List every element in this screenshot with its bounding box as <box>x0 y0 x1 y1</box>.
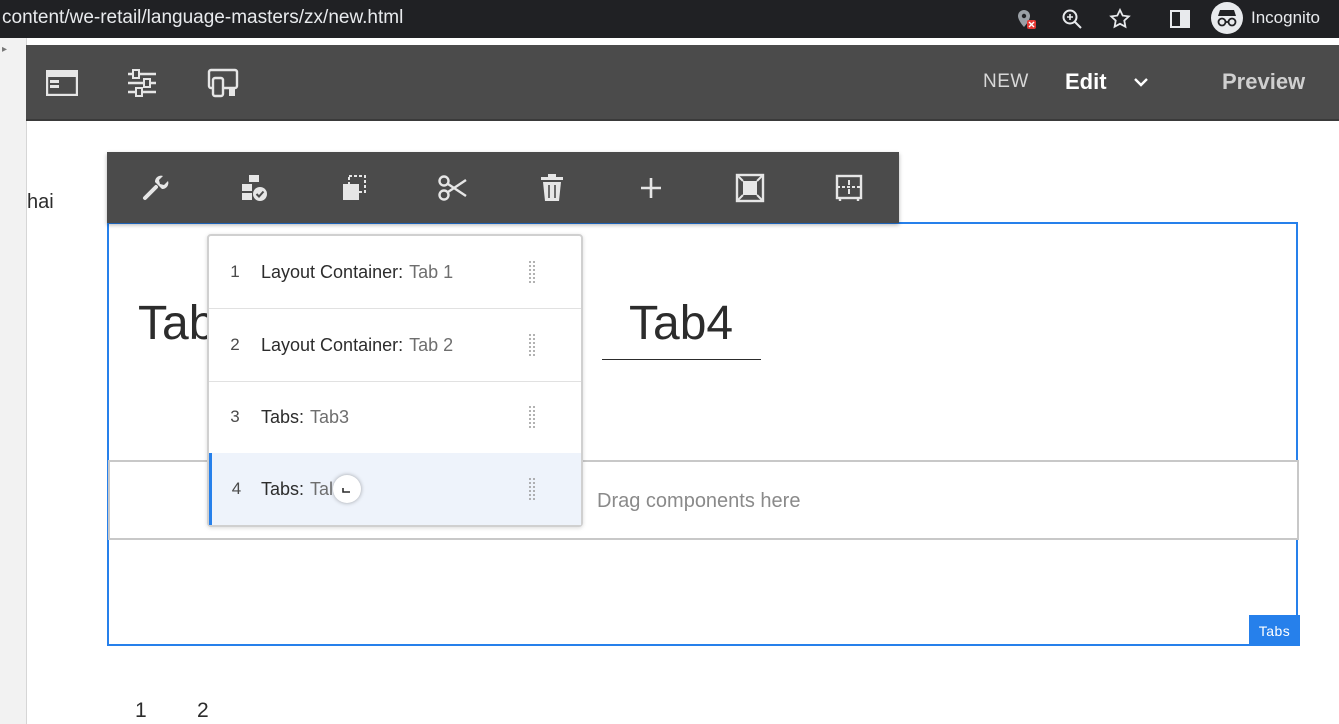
panel-selector-popover: 1 Layout Container: Tab 1 2 Layout Conta… <box>207 234 583 527</box>
bookmark-star-icon[interactable] <box>1108 7 1132 31</box>
drag-handle-icon[interactable] <box>527 405 537 429</box>
panel-name: Tab 1 <box>409 261 454 282</box>
page-properties-icon[interactable] <box>124 65 160 101</box>
editor-header: NEW Edit Preview <box>26 45 1339 121</box>
mode-edit-button[interactable]: Edit <box>1065 69 1107 95</box>
browser-address-bar[interactable]: content/we-retail/language-masters/zx/ne… <box>0 0 1339 38</box>
copy-icon[interactable] <box>335 169 373 207</box>
pagination-item[interactable]: 2 <box>197 699 209 723</box>
side-panel-toggle-icon[interactable] <box>44 65 80 101</box>
panel-type: Tabs: <box>261 406 305 427</box>
cut-icon[interactable] <box>434 169 472 207</box>
rail-arrow-icon: ▸ <box>2 44 8 55</box>
panel-index: 3 <box>230 407 240 426</box>
panel-list-item[interactable]: 2 Layout Container: Tab 2 <box>209 309 581 382</box>
page-status-label: NEW <box>983 71 1029 92</box>
panel-type: Layout Container: <box>261 334 404 355</box>
component-badge: Tabs <box>1249 615 1300 646</box>
configure-icon[interactable] <box>137 169 175 207</box>
preview-button[interactable]: Preview <box>1222 69 1305 95</box>
drag-handle-icon[interactable] <box>527 260 537 284</box>
pagination-item[interactable]: 1 <box>135 699 147 723</box>
tab-title[interactable]: Tab <box>138 296 215 351</box>
select-panel-icon[interactable] <box>731 169 769 207</box>
policy-icon[interactable] <box>236 169 274 207</box>
incognito-label: Incognito <box>1251 8 1320 27</box>
layout-icon[interactable] <box>830 169 868 207</box>
panel-name: Tal <box>310 478 334 499</box>
chevron-down-icon[interactable] <box>1130 71 1152 93</box>
drag-handle-icon[interactable] <box>527 333 537 357</box>
address-url[interactable]: content/we-retail/language-masters/zx/ne… <box>2 7 403 29</box>
emulator-devices-icon[interactable] <box>205 65 241 101</box>
cursor-indicator <box>333 475 361 503</box>
page-side-text: hai <box>27 191 54 213</box>
panel-type: Layout Container: <box>261 261 404 282</box>
panel-name: Tab3 <box>310 406 350 427</box>
panel-index: 2 <box>230 335 240 354</box>
panel-type: Tabs: <box>261 478 305 499</box>
drag-handle-icon[interactable] <box>527 477 537 501</box>
panel-index: 1 <box>230 262 240 281</box>
panel-list-item[interactable]: 3 Tabs: Tab3 <box>209 381 581 454</box>
location-blocked-icon[interactable] <box>1014 7 1038 31</box>
incognito-profile[interactable]: Incognito <box>1211 2 1328 34</box>
side-panel-icon[interactable] <box>1168 7 1192 31</box>
panel-list-item[interactable]: 1 Layout Container: Tab 1 <box>209 236 581 309</box>
panel-list-item-selected[interactable]: 4 Tabs: Tal <box>209 453 581 525</box>
panel-index: 4 <box>231 479 242 498</box>
tab4-title[interactable]: Tab4 <box>629 296 733 351</box>
component-toolbar <box>107 152 899 223</box>
active-tab-underline <box>602 359 761 360</box>
panel-name: Tab 2 <box>409 334 454 355</box>
delete-icon[interactable] <box>533 169 571 207</box>
zoom-icon[interactable] <box>1060 7 1084 31</box>
drop-zone-label: Drag components here <box>597 490 801 512</box>
left-rail: ▸ <box>0 38 27 724</box>
insert-icon[interactable] <box>632 169 670 207</box>
incognito-icon <box>1211 2 1243 34</box>
